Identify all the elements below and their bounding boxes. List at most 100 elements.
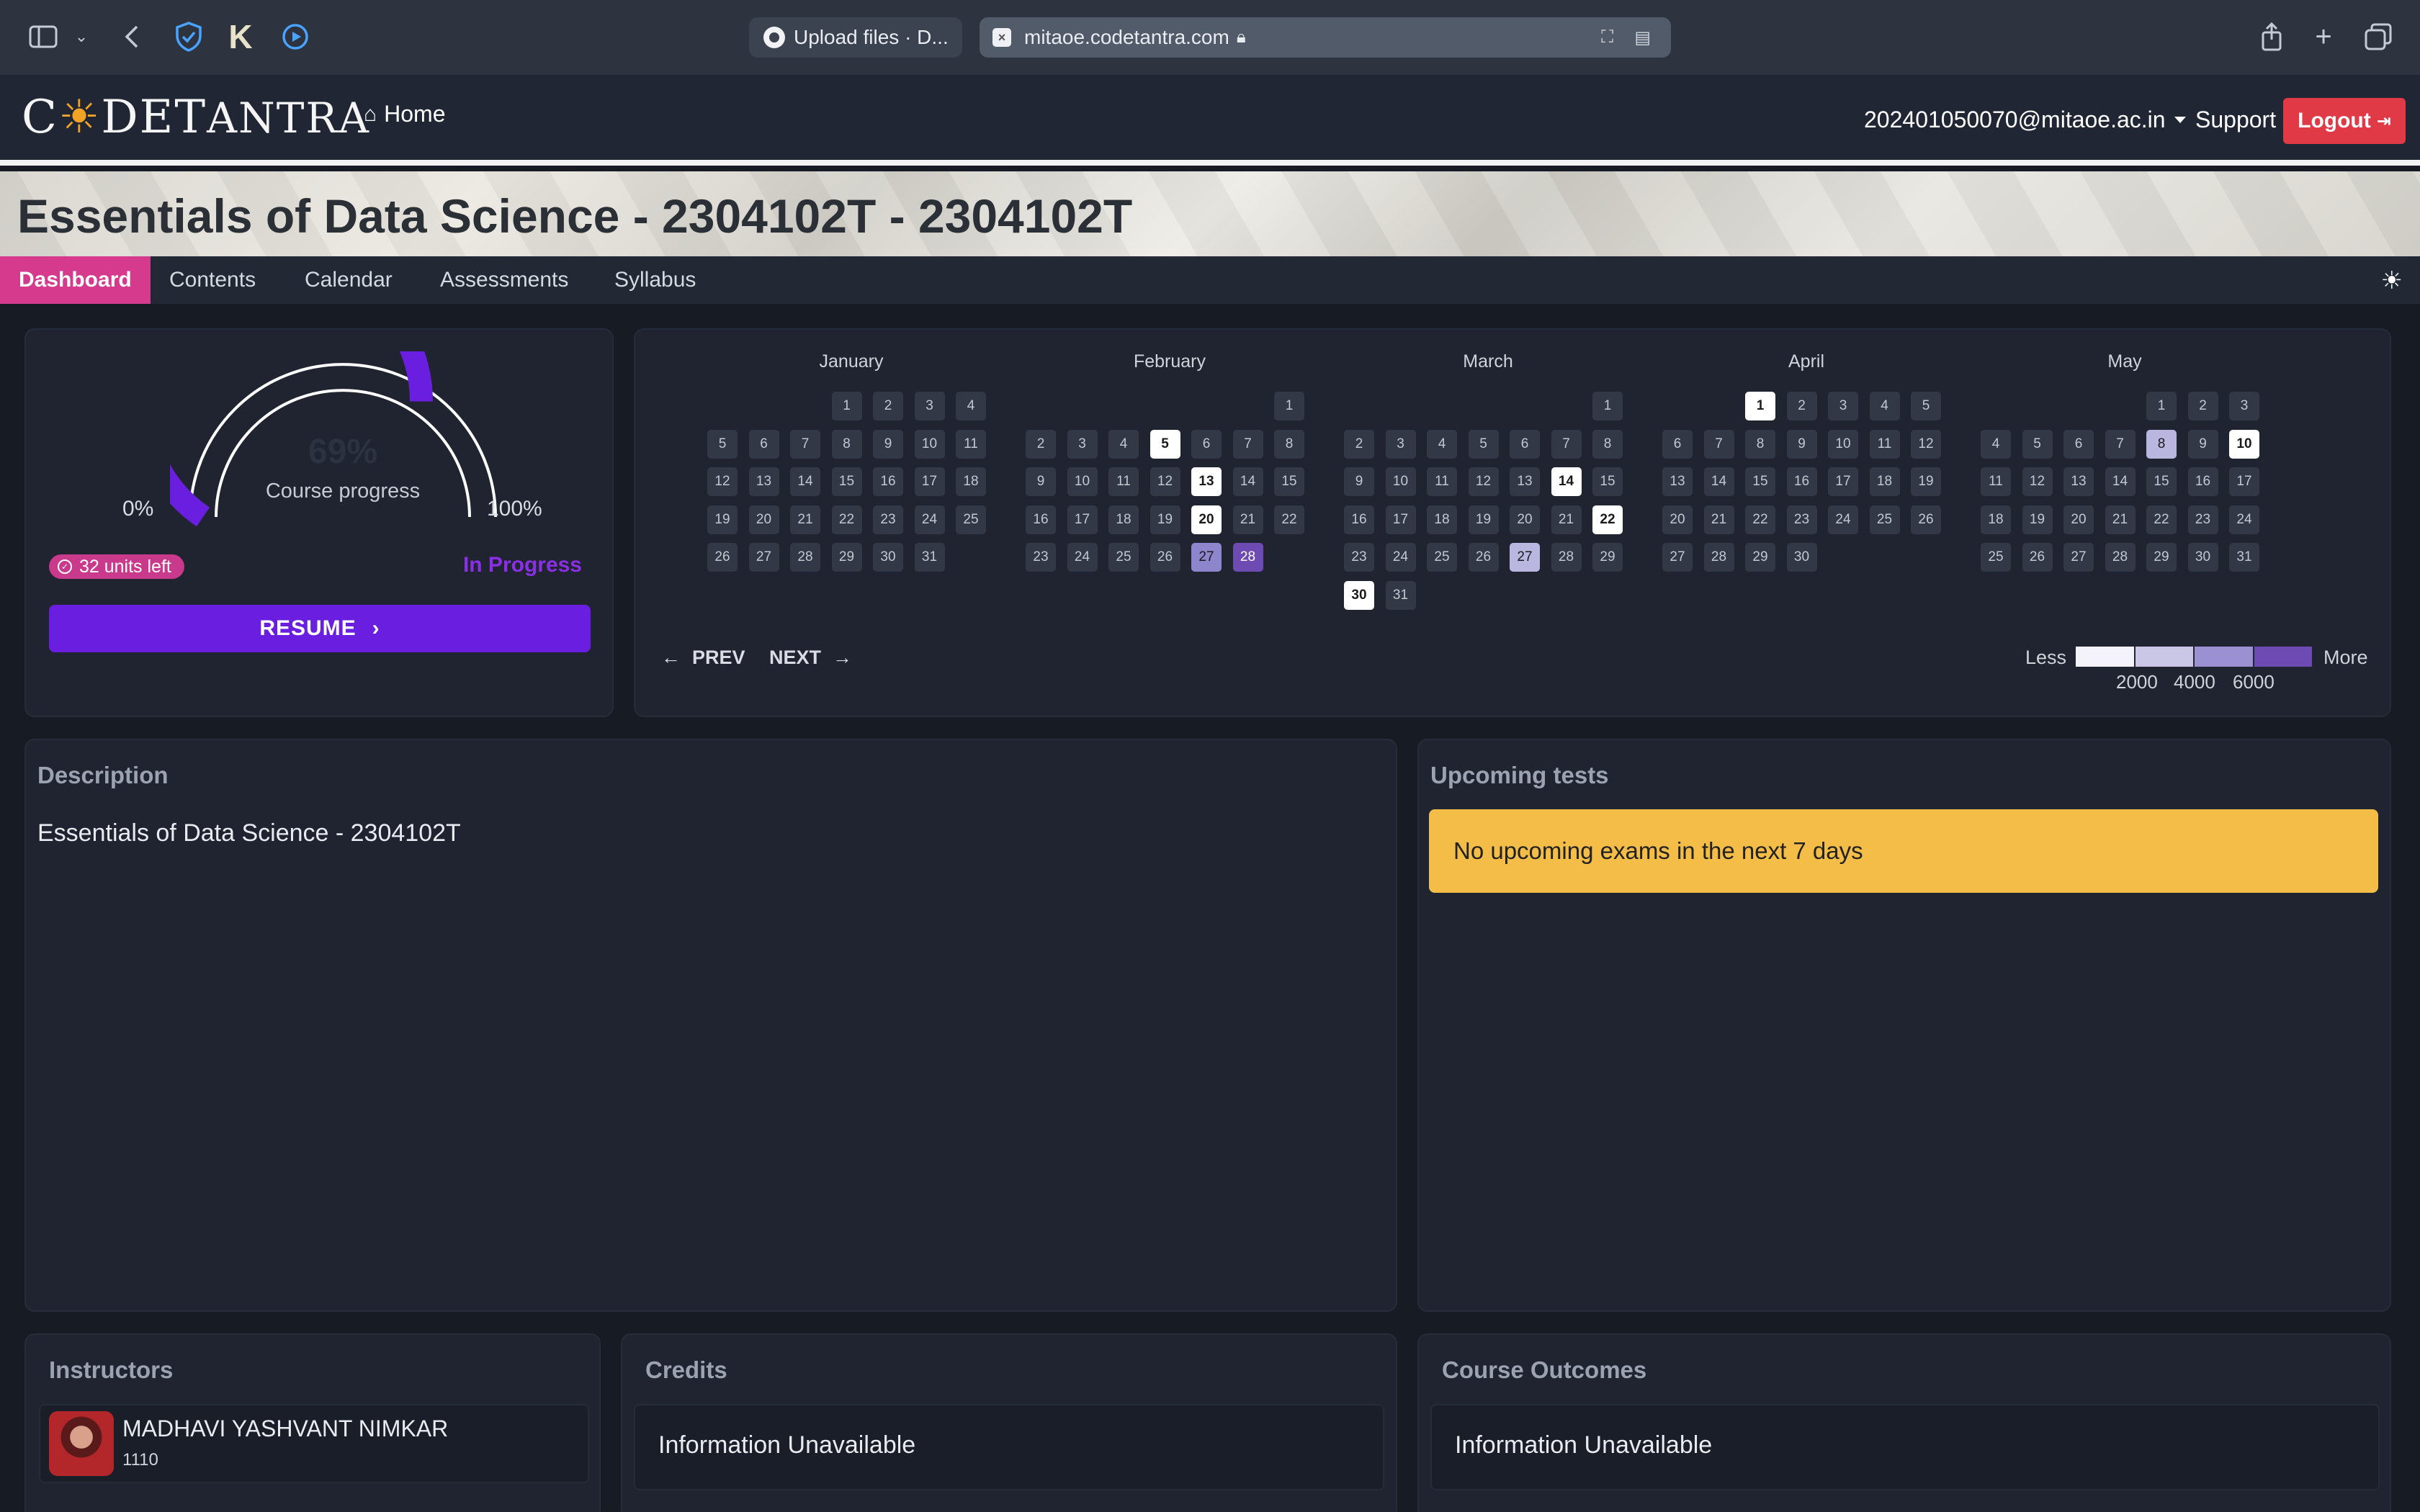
logout-button[interactable]: Logout ⇥ (2283, 98, 2406, 144)
calendar-day[interactable]: 6 (748, 429, 779, 459)
calendar-day[interactable]: 25 (1108, 543, 1139, 572)
calendar-day[interactable]: 8 (1745, 429, 1775, 459)
theme-toggle-icon[interactable]: ☀ (2381, 266, 2403, 295)
calendar-day[interactable]: 18 (1108, 505, 1139, 534)
instructor-item[interactable]: MADHAVI YASHVANT NIMKAR 1110 (39, 1404, 589, 1483)
calendar-day[interactable]: 29 (831, 543, 862, 572)
calendar-day[interactable]: 17 (1385, 505, 1416, 534)
calendar-day[interactable]: 24 (2229, 505, 2259, 534)
calendar-day[interactable]: 21 (2105, 505, 2136, 534)
calendar-day[interactable]: 3 (1385, 429, 1416, 459)
calendar-day[interactable]: 25 (1427, 543, 1457, 572)
calendar-day[interactable]: 7 (1551, 429, 1582, 459)
calendar-day[interactable]: 2 (2187, 392, 2218, 420)
calendar-day[interactable]: 31 (1385, 580, 1416, 610)
calendar-day[interactable]: 18 (1427, 505, 1457, 534)
calendar-day[interactable]: 23 (873, 505, 903, 534)
calendar-day[interactable]: 18 (1981, 505, 2011, 534)
chevron-down-icon[interactable]: ⌄ (72, 20, 91, 53)
calendar-day[interactable]: 11 (956, 429, 986, 459)
calendar-day[interactable]: 19 (1150, 505, 1180, 534)
calendar-day[interactable]: 13 (1662, 467, 1693, 496)
calendar-day[interactable]: 21 (1703, 505, 1734, 534)
tab-overview-icon[interactable] (2362, 20, 2394, 53)
calendar-day[interactable]: 25 (1869, 505, 1900, 534)
calendar-day[interactable]: 5 (707, 429, 738, 459)
calendar-day[interactable]: 3 (914, 392, 945, 420)
calendar-day[interactable]: 22 (831, 505, 862, 534)
calendar-day[interactable]: 5 (1150, 429, 1180, 459)
calendar-day[interactable]: 23 (1026, 543, 1056, 572)
calendar-day[interactable]: 13 (2063, 467, 2094, 496)
shield-icon[interactable] (173, 20, 205, 53)
calendar-day[interactable]: 30 (873, 543, 903, 572)
calendar-day[interactable]: 1 (831, 392, 862, 420)
calendar-day[interactable]: 3 (1067, 429, 1098, 459)
calendar-day[interactable]: 2 (1026, 429, 1056, 459)
calendar-day[interactable]: 15 (1274, 467, 1304, 496)
tab-contents[interactable]: Contents (169, 256, 256, 304)
calendar-day[interactable]: 17 (1828, 467, 1858, 496)
calendar-day[interactable]: 29 (1745, 543, 1775, 572)
calendar-day[interactable]: 2 (873, 392, 903, 420)
calendar-day[interactable]: 16 (1026, 505, 1056, 534)
calendar-day[interactable]: 4 (1108, 429, 1139, 459)
back-arrow-icon[interactable] (121, 20, 143, 53)
calendar-day[interactable]: 28 (2105, 543, 2136, 572)
calendar-day[interactable]: 2 (1344, 429, 1374, 459)
calendar-day[interactable]: 23 (1344, 543, 1374, 572)
calendar-day[interactable]: 5 (1911, 392, 1941, 420)
calendar-day[interactable]: 26 (1468, 543, 1499, 572)
calendar-day[interactable]: 24 (1067, 543, 1098, 572)
calendar-day[interactable]: 30 (1344, 580, 1374, 610)
calendar-day[interactable]: 17 (914, 467, 945, 496)
calendar-day[interactable]: 11 (1427, 467, 1457, 496)
calendar-day[interactable]: 25 (956, 505, 986, 534)
calendar-day[interactable]: 27 (1662, 543, 1693, 572)
calendar-day[interactable]: 19 (2022, 505, 2053, 534)
prev-button[interactable]: ← PREV (661, 647, 745, 669)
tab-calendar[interactable]: Calendar (305, 256, 393, 304)
calendar-day[interactable]: 20 (1191, 505, 1222, 534)
calendar-day[interactable]: 12 (2022, 467, 2053, 496)
calendar-day[interactable]: 8 (831, 429, 862, 459)
calendar-day[interactable]: 29 (1592, 543, 1623, 572)
calendar-day[interactable]: 26 (1150, 543, 1180, 572)
calendar-day[interactable]: 14 (1232, 467, 1263, 496)
next-button[interactable]: NEXT → (769, 647, 852, 669)
calendar-day[interactable]: 7 (1232, 429, 1263, 459)
calendar-day[interactable]: 15 (831, 467, 862, 496)
calendar-day[interactable]: 13 (1191, 467, 1222, 496)
calendar-day[interactable]: 15 (2146, 467, 2177, 496)
calendar-day[interactable]: 26 (2022, 543, 2053, 572)
calendar-day[interactable]: 19 (1468, 505, 1499, 534)
calendar-day[interactable]: 11 (1108, 467, 1139, 496)
calendar-day[interactable]: 24 (914, 505, 945, 534)
calendar-day[interactable]: 7 (1703, 429, 1734, 459)
calendar-day[interactable]: 22 (2146, 505, 2177, 534)
calendar-day[interactable]: 8 (1274, 429, 1304, 459)
calendar-day[interactable]: 18 (1869, 467, 1900, 496)
calendar-day[interactable]: 27 (748, 543, 779, 572)
share-icon[interactable] (2257, 20, 2286, 53)
calendar-day[interactable]: 12 (1911, 429, 1941, 459)
calendar-day[interactable]: 13 (1510, 467, 1540, 496)
calendar-day[interactable]: 24 (1828, 505, 1858, 534)
calendar-day[interactable]: 12 (1150, 467, 1180, 496)
calendar-day[interactable]: 9 (1786, 429, 1817, 459)
calendar-day[interactable]: 27 (1510, 543, 1540, 572)
calendar-day[interactable]: 1 (1745, 392, 1775, 420)
calendar-day[interactable]: 1 (1274, 392, 1304, 420)
calendar-day[interactable]: 6 (2063, 429, 2094, 459)
calendar-day[interactable]: 17 (1067, 505, 1098, 534)
new-tab-plus-icon[interactable]: + (2309, 20, 2338, 53)
calendar-day[interactable]: 10 (914, 429, 945, 459)
calendar-day[interactable]: 10 (1828, 429, 1858, 459)
calendar-day[interactable]: 27 (1191, 543, 1222, 572)
calendar-day[interactable]: 20 (2063, 505, 2094, 534)
support-link[interactable]: Support (2195, 107, 2276, 133)
tab-dashboard[interactable]: Dashboard (0, 256, 151, 304)
calendar-day[interactable]: 9 (1026, 467, 1056, 496)
calendar-day[interactable]: 13 (748, 467, 779, 496)
tab-assessments[interactable]: Assessments (440, 256, 568, 304)
